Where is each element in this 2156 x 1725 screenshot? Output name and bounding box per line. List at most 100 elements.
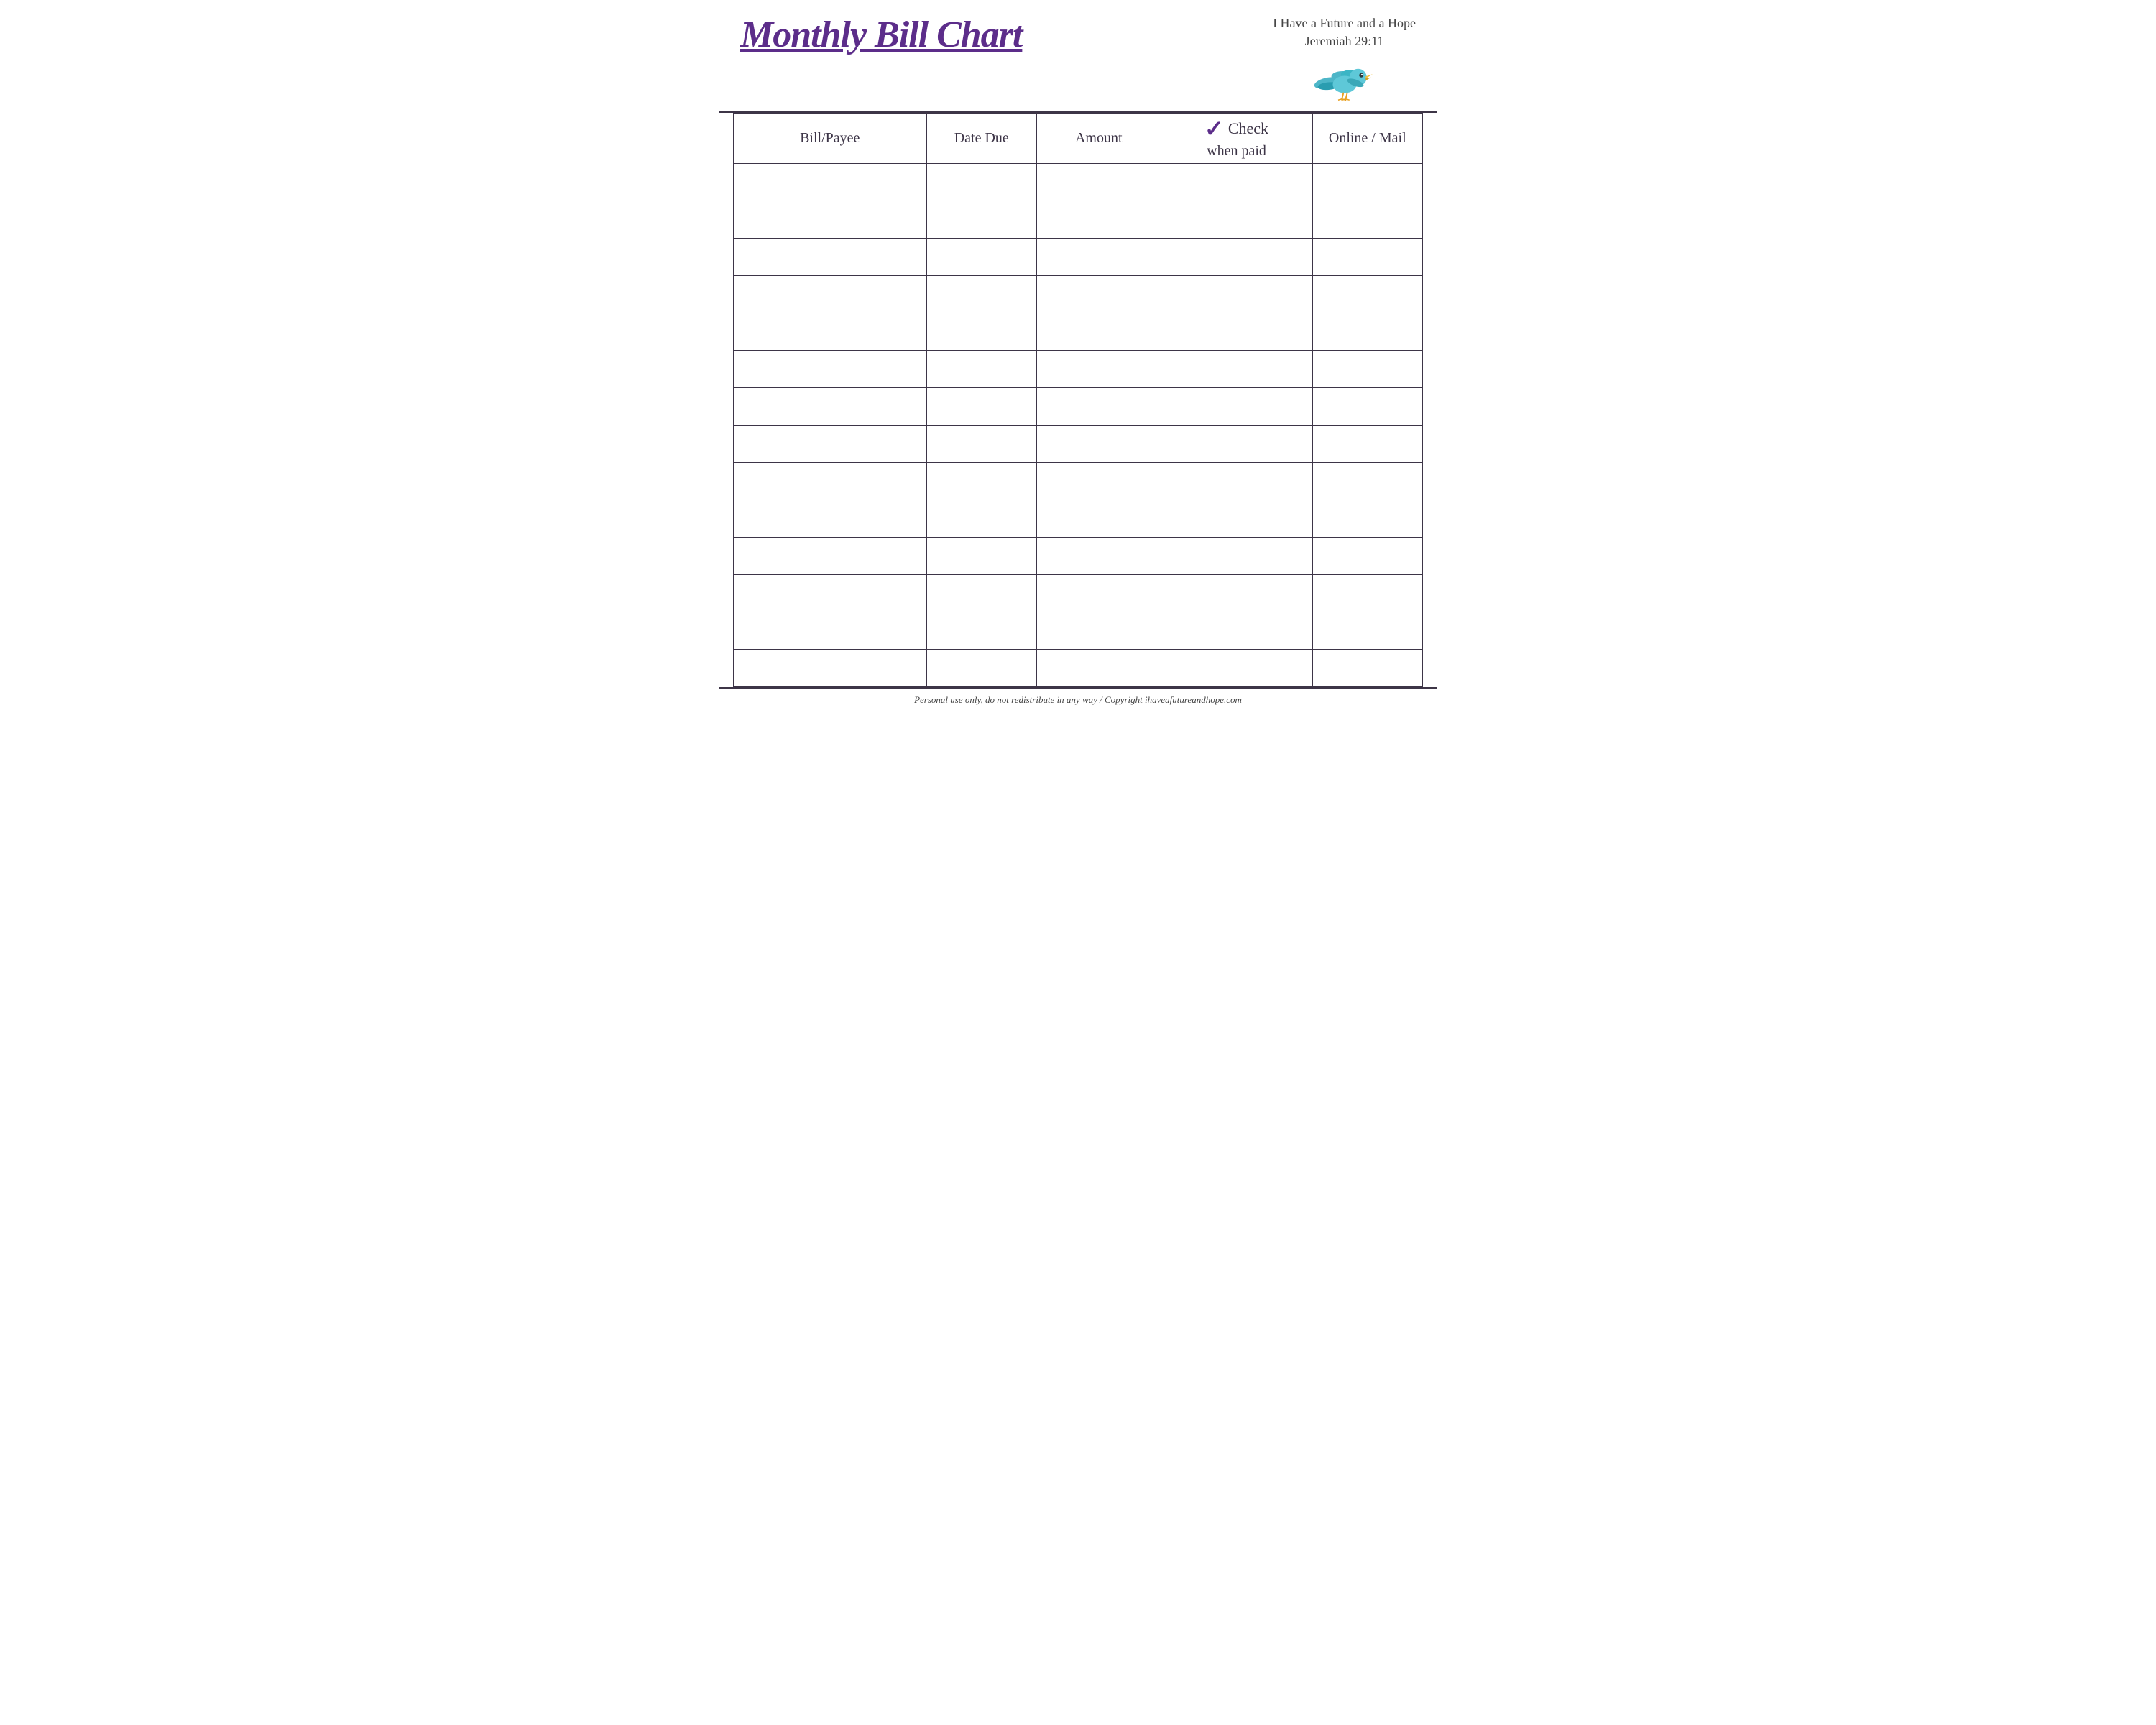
table-cell xyxy=(734,351,927,388)
table-cell xyxy=(926,426,1036,463)
table-cell xyxy=(734,612,927,650)
table-cell xyxy=(734,164,927,201)
check-header-top: ✓ Check xyxy=(1204,117,1268,140)
table-cell xyxy=(926,388,1036,426)
page-title: Monthly Bill Chart xyxy=(740,14,1022,55)
table-cell xyxy=(926,313,1036,351)
table-cell xyxy=(1161,388,1312,426)
header: Monthly Bill Chart I Have a Future and a… xyxy=(719,0,1437,113)
table-container: Bill/Payee Date Due Amount ✓ Check when … xyxy=(719,113,1437,687)
table-cell xyxy=(1161,164,1312,201)
check-subword: when paid xyxy=(1207,143,1266,160)
table-cell xyxy=(1036,426,1161,463)
table-cell xyxy=(734,575,927,612)
table-cell xyxy=(1161,538,1312,575)
scripture-line1: I Have a Future and a Hope xyxy=(1273,16,1416,30)
col-header-check: ✓ Check when paid xyxy=(1161,114,1312,164)
table-cell xyxy=(926,351,1036,388)
table-cell xyxy=(1312,164,1422,201)
table-cell xyxy=(1036,239,1161,276)
table-cell xyxy=(734,388,927,426)
table-cell xyxy=(926,164,1036,201)
table-cell xyxy=(1036,612,1161,650)
table-cell xyxy=(734,313,927,351)
table-cell xyxy=(926,239,1036,276)
table-row xyxy=(734,650,1423,687)
table-cell xyxy=(1312,239,1422,276)
table-cell xyxy=(1312,388,1422,426)
table-cell xyxy=(1161,612,1312,650)
table-cell xyxy=(926,201,1036,239)
table-cell xyxy=(1312,313,1422,351)
table-cell xyxy=(1036,575,1161,612)
table-cell xyxy=(734,239,927,276)
table-cell xyxy=(1312,426,1422,463)
table-cell xyxy=(1161,426,1312,463)
scripture-line2: Jeremiah 29:11 xyxy=(1305,34,1384,48)
table-cell xyxy=(1161,239,1312,276)
col-header-online: Online / Mail xyxy=(1312,114,1422,164)
title-area: Monthly Bill Chart xyxy=(740,14,1022,55)
table-cell xyxy=(1312,463,1422,500)
table-cell xyxy=(1161,463,1312,500)
table-cell xyxy=(1036,388,1161,426)
table-cell xyxy=(1161,575,1312,612)
table-cell xyxy=(926,575,1036,612)
table-cell xyxy=(926,538,1036,575)
table-row xyxy=(734,351,1423,388)
table-cell xyxy=(1312,538,1422,575)
table-row xyxy=(734,239,1423,276)
table-row xyxy=(734,463,1423,500)
check-word: Check xyxy=(1228,119,1268,138)
scripture-text: I Have a Future and a Hope Jeremiah 29:1… xyxy=(1273,14,1416,50)
table-cell xyxy=(1036,650,1161,687)
table-cell xyxy=(1036,463,1161,500)
table-cell xyxy=(926,500,1036,538)
table-cell xyxy=(1312,276,1422,313)
table-row xyxy=(734,313,1423,351)
table-cell xyxy=(734,201,927,239)
table-row xyxy=(734,388,1423,426)
table-cell xyxy=(1161,351,1312,388)
table-cell xyxy=(1312,201,1422,239)
table-cell xyxy=(734,500,927,538)
table-cell xyxy=(1312,650,1422,687)
checkmark-symbol: ✓ xyxy=(1204,117,1224,140)
footer-text: Personal use only, do not redistribute i… xyxy=(914,694,1242,705)
table-cell xyxy=(1161,500,1312,538)
table-cell xyxy=(926,612,1036,650)
table-body xyxy=(734,164,1423,687)
table-row xyxy=(734,201,1423,239)
table-cell xyxy=(734,538,927,575)
table-cell xyxy=(1161,201,1312,239)
table-cell xyxy=(734,650,927,687)
table-cell xyxy=(734,463,927,500)
table-row xyxy=(734,164,1423,201)
table-cell xyxy=(1036,500,1161,538)
table-cell xyxy=(1036,538,1161,575)
table-cell xyxy=(1312,575,1422,612)
page: Monthly Bill Chart I Have a Future and a… xyxy=(719,0,1437,712)
footer: Personal use only, do not redistribute i… xyxy=(719,687,1437,712)
header-right: I Have a Future and a Hope Jeremiah 29:1… xyxy=(1273,14,1416,104)
table-header-row: Bill/Payee Date Due Amount ✓ Check when … xyxy=(734,114,1423,164)
table-cell xyxy=(1036,164,1161,201)
table-cell xyxy=(1036,313,1161,351)
table-row xyxy=(734,575,1423,612)
table-cell xyxy=(1036,276,1161,313)
table-cell xyxy=(926,650,1036,687)
table-cell xyxy=(734,426,927,463)
table-cell xyxy=(1312,612,1422,650)
bird-container xyxy=(1312,54,1377,104)
table-cell xyxy=(926,463,1036,500)
table-cell xyxy=(1036,201,1161,239)
table-row xyxy=(734,500,1423,538)
col-header-amount: Amount xyxy=(1036,114,1161,164)
table-cell xyxy=(1312,500,1422,538)
table-cell xyxy=(1161,650,1312,687)
table-row xyxy=(734,612,1423,650)
table-cell xyxy=(1312,351,1422,388)
table-cell xyxy=(926,276,1036,313)
table-cell xyxy=(1161,276,1312,313)
check-header-content: ✓ Check when paid xyxy=(1161,117,1312,160)
